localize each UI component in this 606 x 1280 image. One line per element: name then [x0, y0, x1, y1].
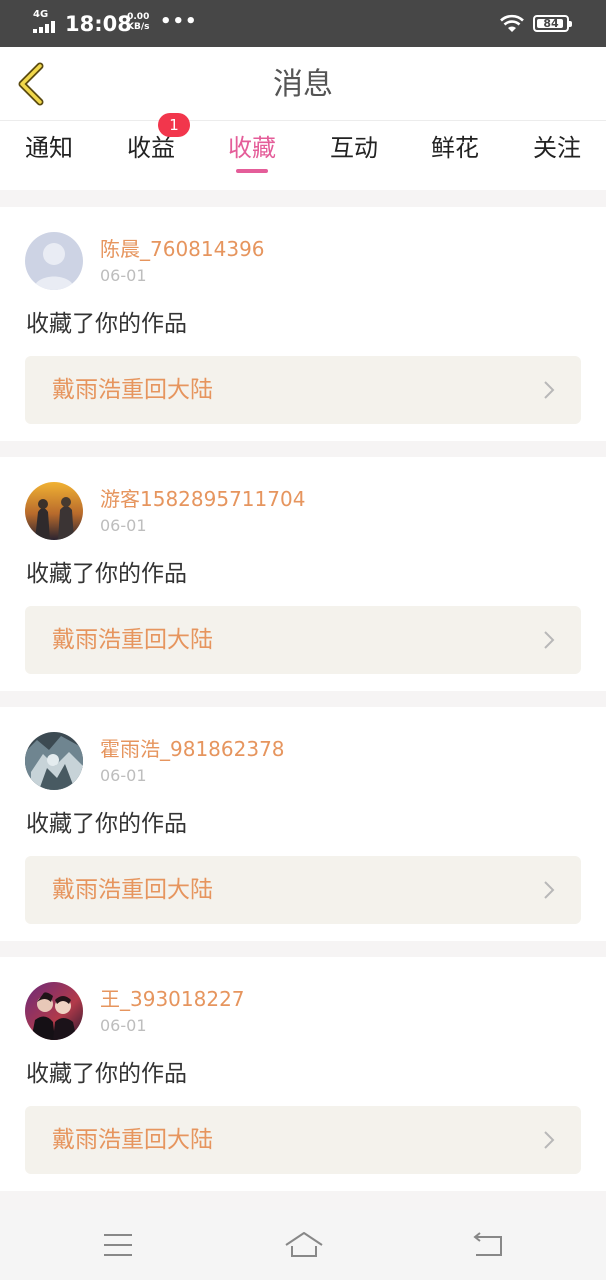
message-text: 收藏了你的作品	[26, 311, 187, 337]
work-link[interactable]: 戴雨浩重回大陆	[25, 856, 581, 924]
status-time: 18:08	[65, 12, 132, 36]
tab-label: 通知	[25, 134, 73, 162]
network-speed-value: 0.00	[127, 12, 150, 22]
message-text: 收藏了你的作品	[26, 811, 187, 837]
chevron-right-icon	[544, 1131, 555, 1149]
avatar[interactable]	[25, 982, 83, 1040]
message-text: 收藏了你的作品	[26, 1061, 187, 1087]
work-link[interactable]: 戴雨浩重回大陆	[25, 1106, 581, 1174]
tab-following[interactable]: 关注	[512, 121, 602, 191]
avatar[interactable]	[25, 482, 83, 540]
tab-notifications[interactable]: 通知	[4, 121, 94, 191]
chevron-right-icon	[544, 381, 555, 399]
chevron-right-icon	[544, 881, 555, 899]
chevron-right-icon	[544, 631, 555, 649]
battery-icon: 84	[533, 15, 572, 32]
avatar[interactable]	[25, 232, 83, 290]
active-tab-indicator	[236, 169, 268, 173]
message-card: 霍雨浩_981862378 06-01 收藏了你的作品 戴雨浩重回大陆	[0, 707, 606, 941]
tab-interactions[interactable]: 互动	[309, 121, 399, 191]
message-text: 收藏了你的作品	[26, 561, 187, 587]
unread-badge: 1	[158, 113, 190, 137]
work-title: 戴雨浩重回大陆	[52, 1127, 213, 1153]
user-photo-avatar	[25, 982, 83, 1040]
message-date: 06-01	[100, 766, 147, 785]
status-bar: 4G 18:08 0.00 KB/s ••• 84	[0, 0, 606, 47]
page-title: 消息	[273, 67, 333, 102]
username-link[interactable]: 王_393018227	[100, 985, 245, 1013]
tab-flowers[interactable]: 鲜花	[410, 121, 500, 191]
battery-level: 84	[543, 17, 559, 30]
menu-icon[interactable]	[100, 1228, 136, 1262]
message-date: 06-01	[100, 516, 147, 535]
tab-bar: 通知 收益 1 收藏 互动 鲜花 关注	[0, 113, 606, 191]
tab-label: 关注	[533, 134, 581, 162]
message-card: 游客1582895711704 06-01 收藏了你的作品 戴雨浩重回大陆	[0, 457, 606, 691]
signal-icon	[33, 21, 59, 33]
tab-earnings[interactable]: 收益 1	[106, 113, 196, 191]
network-type: 4G	[33, 9, 49, 20]
message-list: 陈晨_760814396 06-01 收藏了你的作品 戴雨浩重回大陆 游客158…	[0, 207, 606, 1207]
more-notifications-icon: •••	[160, 11, 198, 32]
home-icon[interactable]	[282, 1228, 326, 1262]
username-link[interactable]: 游客1582895711704	[100, 485, 305, 513]
work-link[interactable]: 戴雨浩重回大陆	[25, 356, 581, 424]
work-title: 戴雨浩重回大陆	[52, 877, 213, 903]
user-photo-avatar	[25, 732, 83, 790]
message-card: 王_393018227 06-01 收藏了你的作品 戴雨浩重回大陆	[0, 957, 606, 1191]
back-icon[interactable]	[470, 1228, 506, 1262]
message-card: 陈晨_760814396 06-01 收藏了你的作品 戴雨浩重回大陆	[0, 207, 606, 441]
tab-label: 收益	[127, 134, 175, 162]
tab-label: 收藏	[228, 134, 276, 162]
work-title: 戴雨浩重回大陆	[52, 377, 213, 403]
work-title: 戴雨浩重回大陆	[52, 627, 213, 653]
wifi-icon	[500, 14, 524, 32]
username-link[interactable]: 陈晨_760814396	[100, 235, 265, 263]
message-date: 06-01	[100, 1016, 147, 1035]
header-bar: 消息	[0, 47, 606, 120]
tab-label: 互动	[330, 134, 378, 162]
username-link[interactable]: 霍雨浩_981862378	[100, 735, 285, 763]
work-link[interactable]: 戴雨浩重回大陆	[25, 606, 581, 674]
network-speed: 0.00 KB/s	[127, 12, 149, 32]
tab-label: 鲜花	[431, 134, 479, 162]
default-avatar-icon	[25, 232, 83, 290]
user-photo-avatar	[25, 482, 83, 540]
system-nav-bar	[0, 1210, 606, 1280]
message-date: 06-01	[100, 266, 147, 285]
network-speed-unit: KB/s	[127, 22, 150, 32]
avatar[interactable]	[25, 732, 83, 790]
tab-favorites[interactable]: 收藏	[207, 121, 297, 191]
